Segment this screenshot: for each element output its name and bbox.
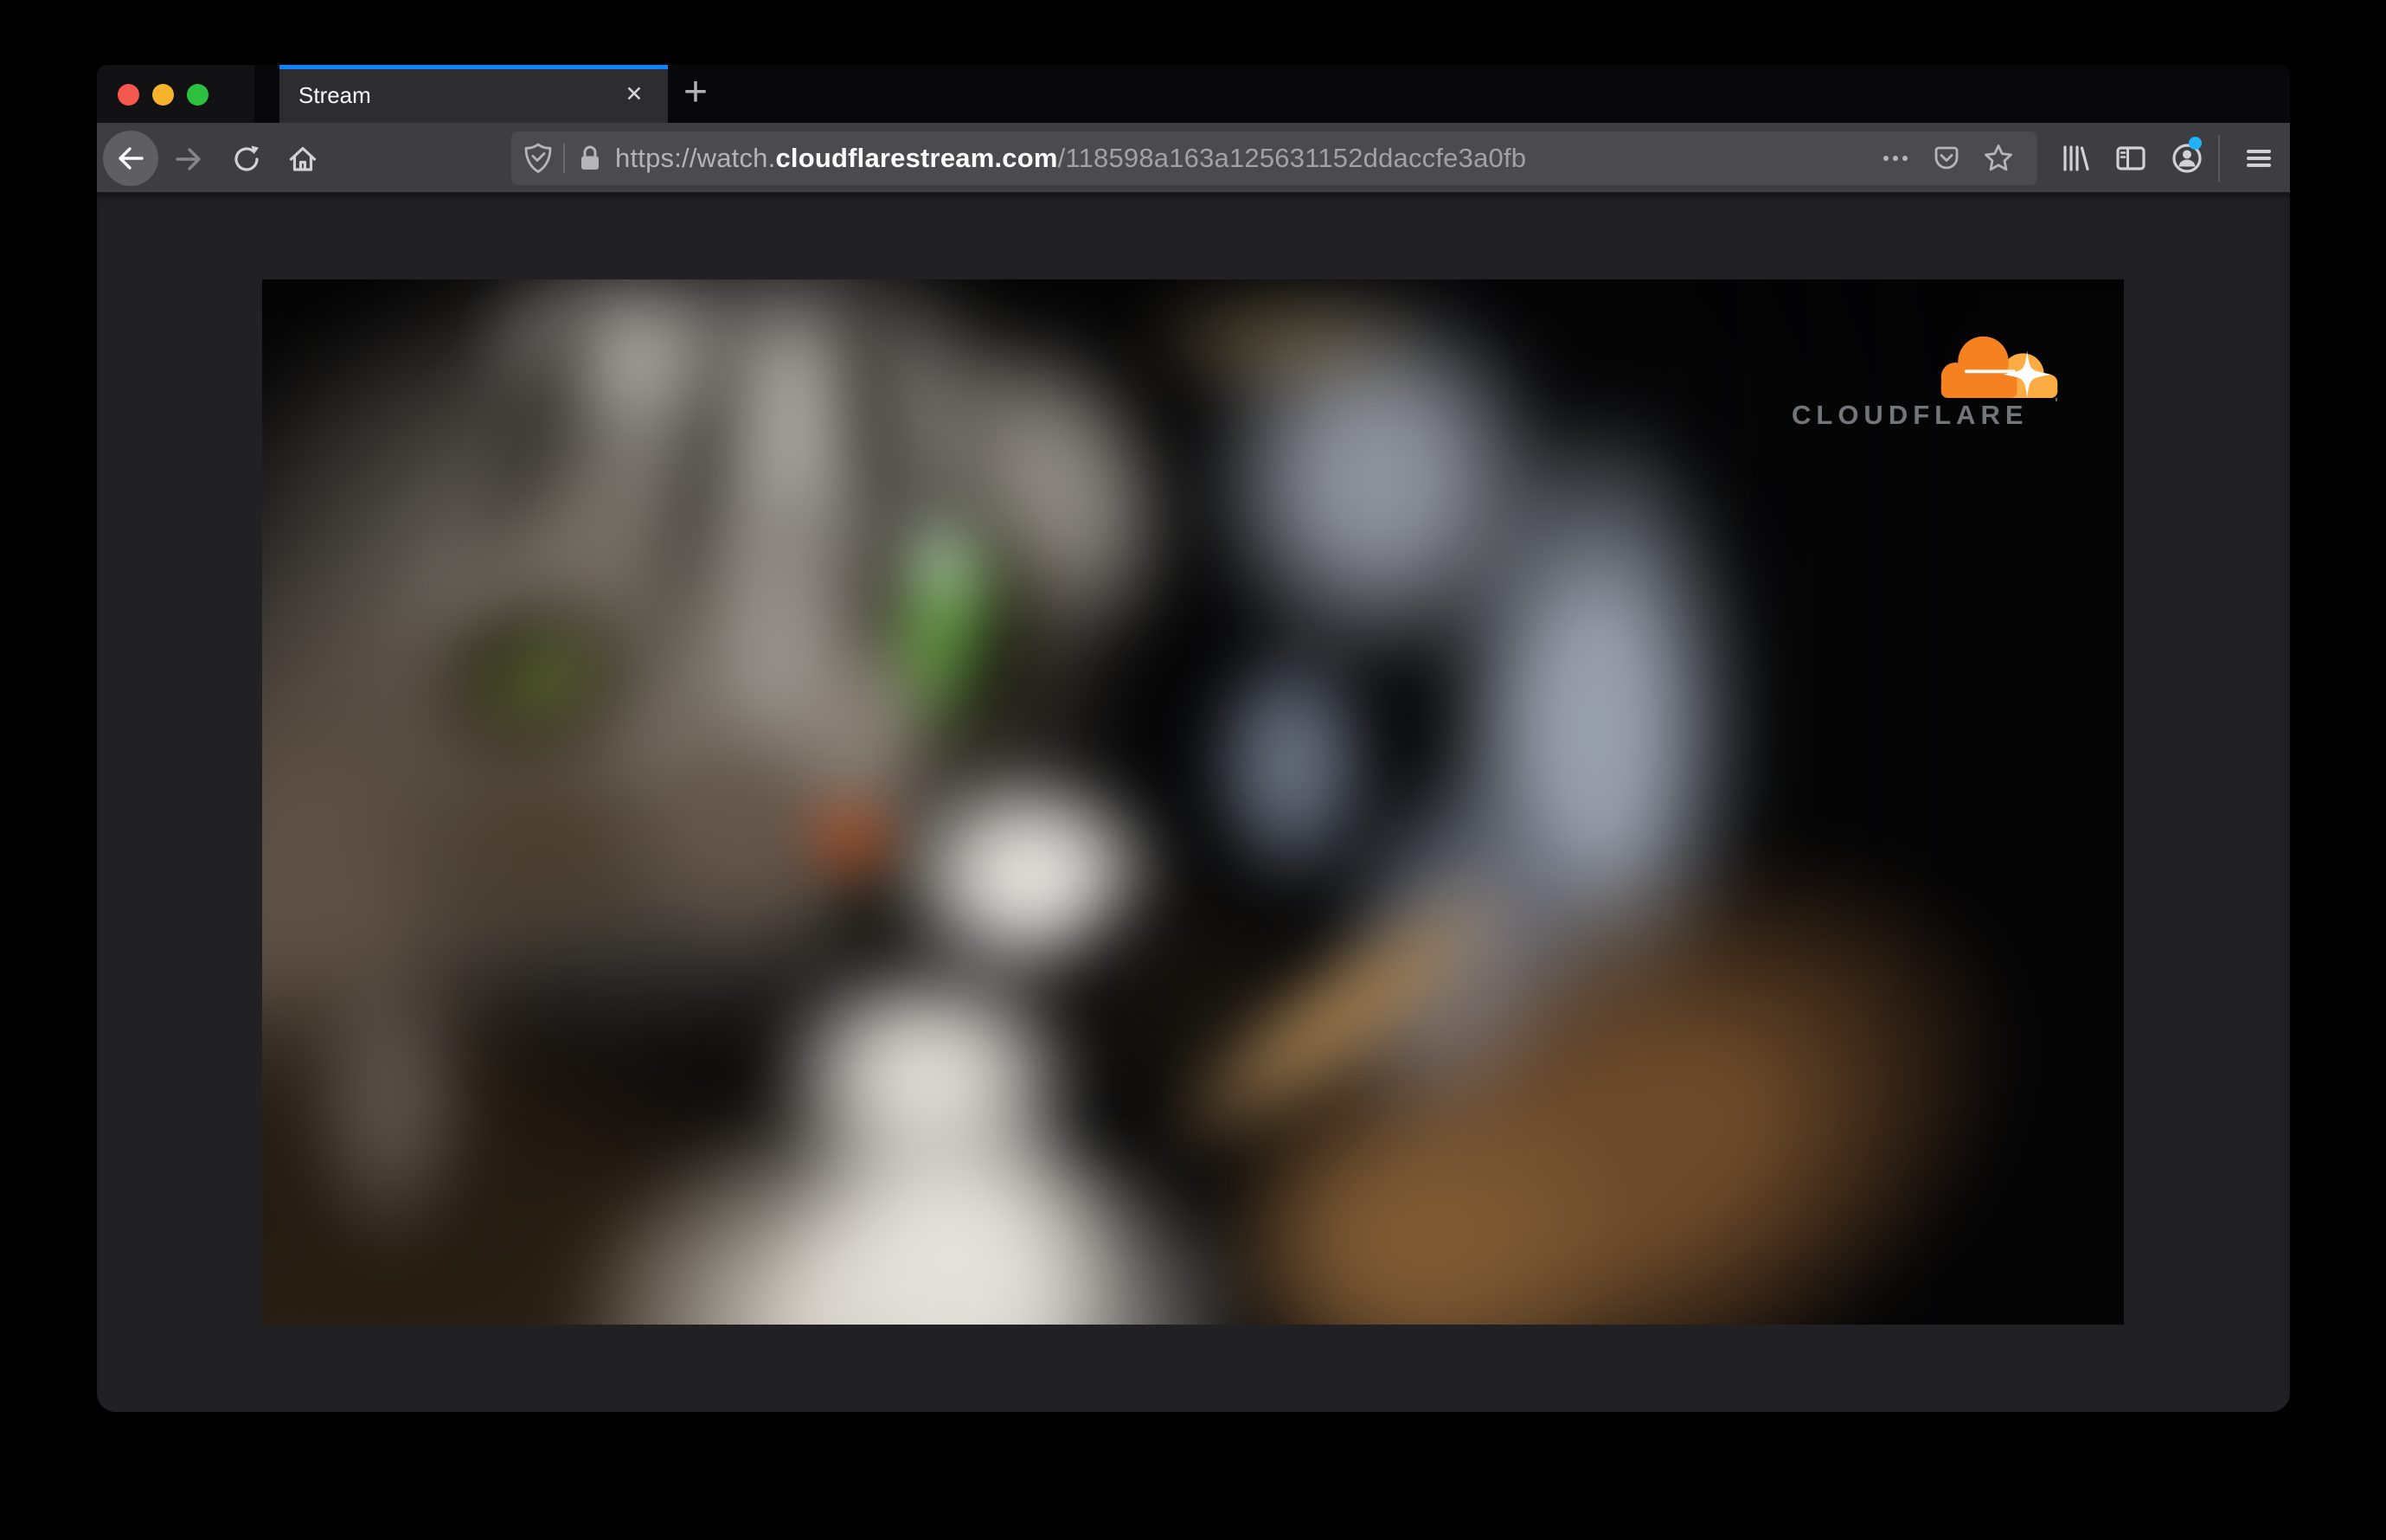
urlbar-separator: [563, 144, 565, 173]
url-domain: cloudflarestream.com: [775, 143, 1058, 173]
browser-window: Stream ✕ + https://watch.cloudflarestrea…: [97, 65, 2290, 1412]
paint-blob: [818, 807, 879, 859]
sidebar-icon: [2116, 146, 2145, 170]
video-frame-cat: [262, 279, 2124, 1325]
video-player[interactable]: CLOUDFLARE ': [262, 279, 2124, 1325]
paint-blob: [294, 934, 484, 1263]
cloudflare-trademark-tick: ': [2055, 396, 2058, 411]
back-button[interactable]: [103, 131, 158, 186]
star-icon: [1985, 144, 2012, 171]
three-dots-icon: [1883, 156, 1908, 161]
forward-icon: [176, 148, 201, 170]
tab-strip: Stream ✕ +: [97, 65, 2290, 123]
paint-blob: [1196, 626, 1387, 902]
cloudflare-watermark: CLOUDFLARE ': [1783, 327, 2077, 431]
new-tab-button[interactable]: +: [675, 72, 716, 115]
back-icon: [119, 147, 144, 170]
window-zoom-button[interactable]: [187, 84, 208, 106]
library-button[interactable]: [2059, 142, 2092, 175]
sidebar-button[interactable]: [2114, 142, 2147, 175]
menu-button[interactable]: [2243, 142, 2274, 175]
tab-stream[interactable]: Stream ✕: [279, 65, 668, 123]
url-scheme-subdomain: https://watch.: [615, 143, 776, 173]
reload-button[interactable]: [231, 144, 262, 175]
navigation-toolbar: https://watch.cloudflarestream.com/11859…: [97, 123, 2290, 193]
home-button[interactable]: [287, 144, 318, 175]
page-content: CLOUDFLARE ': [97, 193, 2290, 1412]
tab-close-icon[interactable]: ✕: [619, 80, 649, 109]
tab-title: Stream: [298, 82, 371, 108]
account-notification-badge: [2189, 137, 2202, 150]
bookmark-star-button[interactable]: [1982, 142, 2015, 175]
url-path: /118598a163a125631152ddaccfe3a0fb: [1057, 143, 1527, 173]
hamburger-icon: [2247, 150, 2271, 167]
paint-blob: [459, 619, 541, 692]
tracking-protection-shield-icon[interactable]: [523, 142, 553, 175]
library-icon: [2063, 145, 2089, 171]
paint-blob: [904, 509, 978, 613]
home-icon: [289, 146, 317, 171]
pocket-icon: [1934, 146, 1959, 170]
pocket-button[interactable]: [1931, 143, 1962, 174]
cloudflare-cloud-icon: [1940, 336, 2058, 398]
reload-icon: [234, 145, 259, 171]
connection-lock-icon[interactable]: [575, 143, 605, 174]
url-bar[interactable]: https://watch.cloudflarestream.com/11859…: [511, 132, 2037, 185]
url-text: https://watch.cloudflarestream.com/11859…: [615, 143, 1526, 174]
forward-button[interactable]: [173, 144, 204, 175]
window-minimize-button[interactable]: [152, 84, 174, 106]
cloudflare-wordmark: CLOUDFLARE: [1792, 400, 2029, 430]
page-actions-button[interactable]: [1880, 143, 1911, 174]
toolbar-separator: [2218, 135, 2220, 182]
window-close-button[interactable]: [118, 84, 139, 106]
